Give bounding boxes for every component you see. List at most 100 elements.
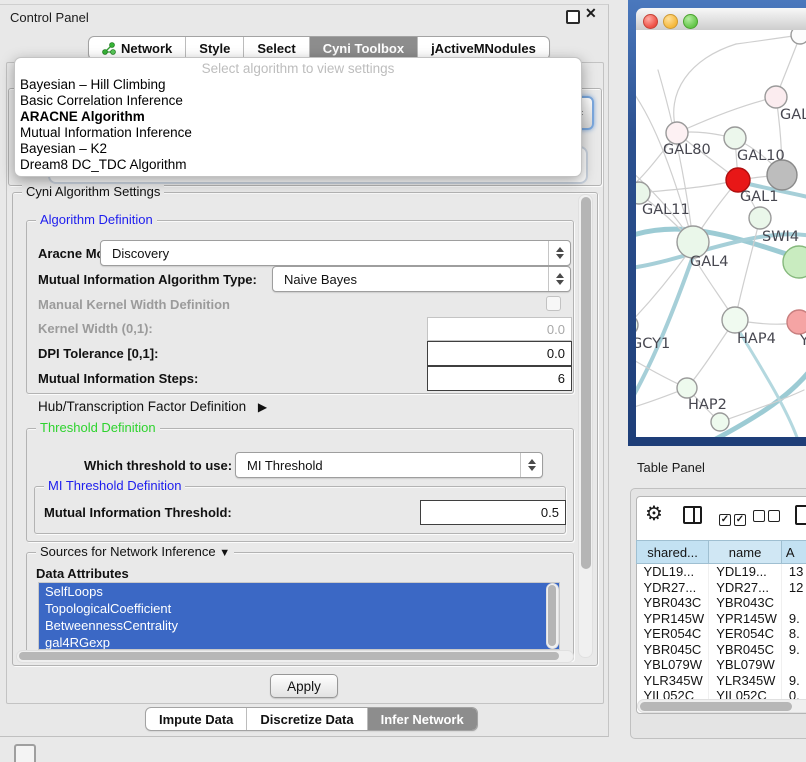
tool-palette-icon[interactable] — [14, 744, 36, 762]
table-cell[interactable]: 12 — [781, 580, 806, 596]
network-canvas[interactable]: GAL2GAL80GAL10GAL1GAL11SWI4GAL4GCY1HAP4Y… — [636, 30, 806, 437]
column-header-shared-name[interactable]: shared... — [637, 541, 709, 564]
list-item[interactable]: BetweennessCentrality — [39, 617, 559, 634]
tab-style[interactable]: Style — [186, 37, 244, 59]
table-cell[interactable]: 9. — [781, 673, 806, 689]
dropdown-item[interactable]: Basic Correlation Inference — [15, 93, 581, 109]
dropdown-item[interactable]: Dream8 DC_TDC Algorithm — [15, 157, 581, 173]
table-cell[interactable]: YPR145W — [709, 611, 782, 627]
tab-impute-data[interactable]: Impute Data — [146, 708, 247, 730]
mi-algorithm-type-combo[interactable]: Naive Bayes — [272, 266, 571, 292]
close-icon[interactable]: ✕ — [585, 5, 597, 22]
network-node[interactable] — [767, 160, 797, 190]
table-cell[interactable]: YDR27... — [637, 580, 709, 596]
aracne-mode-combo[interactable]: Discovery — [100, 240, 571, 266]
network-node[interactable] — [765, 86, 787, 108]
network-window-titlebar[interactable] — [636, 8, 806, 31]
table-row[interactable]: YER054CYER054C8. — [637, 626, 806, 642]
data-attributes-list[interactable]: SelfLoops TopologicalCoefficient Between… — [38, 582, 560, 650]
table-cell[interactable]: YER054C — [709, 626, 782, 642]
table-cell[interactable]: YPR145W — [637, 611, 709, 627]
column-header-clipped[interactable]: A — [781, 541, 806, 564]
table-cell[interactable]: YBR045C — [637, 642, 709, 658]
network-node[interactable] — [666, 122, 688, 144]
tab-jactivemnodules[interactable]: jActiveMNodules — [418, 37, 549, 59]
list-item[interactable]: gal4RGexp — [39, 634, 559, 650]
table-row[interactable]: YDL19...YDL19...13 — [637, 564, 806, 580]
network-edge[interactable] — [636, 246, 693, 325]
network-node[interactable] — [722, 307, 748, 333]
close-window-icon[interactable] — [643, 14, 658, 29]
column-view-icon[interactable] — [683, 506, 702, 524]
tab-infer-network[interactable]: Infer Network — [368, 708, 477, 730]
table-row[interactable]: YBR045CYBR045C9. — [637, 642, 806, 658]
dropdown-item[interactable]: Bayesian – Hill Climbing — [15, 77, 581, 93]
dropdown-item-selected[interactable]: ARACNE Algorithm — [15, 109, 581, 125]
tab-discretize-data[interactable]: Discretize Data — [247, 708, 367, 730]
network-node[interactable] — [783, 246, 806, 278]
table-horizontal-scrollbar[interactable] — [637, 699, 806, 713]
tab-cyni-toolbox[interactable]: Cyni Toolbox — [310, 37, 418, 59]
table-cell[interactable] — [781, 595, 806, 611]
kernel-width-field[interactable]: 0.0 — [427, 317, 572, 341]
settings-horizontal-scrollbar[interactable] — [16, 650, 574, 663]
hub-expander[interactable]: Hub/Transcription Factor Definition ▶ — [38, 399, 267, 414]
table-cell[interactable]: 9. — [781, 642, 806, 658]
table-cell[interactable]: YLR345W — [709, 673, 782, 689]
list-item[interactable]: SelfLoops — [39, 583, 559, 600]
table-cell[interactable]: YLR345W — [637, 673, 709, 689]
table-row[interactable]: YDR27...YDR27...12 — [637, 580, 806, 596]
tab-network[interactable]: Network — [89, 37, 186, 59]
mi-steps-field[interactable]: 6 — [427, 366, 572, 391]
network-edge[interactable] — [735, 218, 760, 320]
table-cell[interactable]: YBR043C — [637, 595, 709, 611]
dropdown-item[interactable]: Bayesian – K2 — [15, 141, 581, 157]
minimize-window-icon[interactable] — [663, 14, 678, 29]
table-row[interactable]: YLR345WYLR345W9. — [637, 673, 806, 689]
table-cell[interactable]: YBL079W — [709, 657, 782, 673]
table-cell[interactable]: 8. — [781, 626, 806, 642]
network-node[interactable] — [636, 315, 638, 335]
table-cell[interactable]: 9. — [781, 611, 806, 627]
table-cell[interactable]: YBR043C — [709, 595, 782, 611]
network-edge[interactable] — [636, 88, 693, 242]
table-cell[interactable]: YDL19... — [709, 564, 782, 580]
mi-threshold-field[interactable]: 0.5 — [420, 500, 566, 525]
network-edge[interactable] — [677, 97, 776, 133]
file-icon[interactable] — [795, 505, 806, 525]
settings-vertical-scrollbar[interactable] — [578, 194, 593, 658]
attributes-scrollbar[interactable] — [546, 583, 559, 649]
table-cell[interactable]: 13 — [781, 564, 806, 580]
network-node[interactable] — [787, 310, 806, 334]
table-row[interactable]: YBL079WYBL079W — [637, 657, 806, 673]
table-cell[interactable]: YBR045C — [709, 642, 782, 658]
network-node[interactable] — [724, 127, 746, 149]
gear-icon[interactable]: ⚙ — [645, 504, 663, 524]
table-cell[interactable]: YDR27... — [709, 580, 782, 596]
table-row[interactable]: YBR043CYBR043C — [637, 595, 806, 611]
tab-select[interactable]: Select — [244, 37, 309, 59]
table-cell[interactable]: YER054C — [637, 626, 709, 642]
deselect-all-columns-icon[interactable] — [753, 509, 783, 527]
dropdown-item[interactable]: Mutual Information Inference — [15, 125, 581, 141]
network-node[interactable] — [791, 30, 806, 44]
dpi-tolerance-field[interactable]: 0.0 — [427, 341, 572, 366]
list-item[interactable]: TopologicalCoefficient — [39, 600, 559, 617]
table-cell[interactable] — [781, 657, 806, 673]
sources-group-title[interactable]: Sources for Network Inference ▼ — [36, 544, 234, 561]
table-cell[interactable]: YBL079W — [637, 657, 709, 673]
which-threshold-combo[interactable]: MI Threshold — [235, 452, 543, 478]
network-node[interactable] — [677, 378, 697, 398]
column-header-name[interactable]: name — [709, 541, 782, 564]
table-cell[interactable]: YDL19... — [637, 564, 709, 580]
table-row[interactable]: YPR145WYPR145W9. — [637, 611, 806, 627]
network-edge[interactable] — [639, 180, 738, 193]
network-edge[interactable] — [720, 390, 804, 422]
float-window-icon[interactable] — [566, 10, 580, 24]
apply-button[interactable]: Apply — [270, 674, 338, 698]
network-edge[interactable] — [674, 44, 736, 133]
select-all-columns-icon[interactable]: ✓✓ — [719, 509, 749, 527]
network-node[interactable] — [711, 413, 729, 431]
network-node[interactable] — [749, 207, 771, 229]
zoom-window-icon[interactable] — [683, 14, 698, 29]
